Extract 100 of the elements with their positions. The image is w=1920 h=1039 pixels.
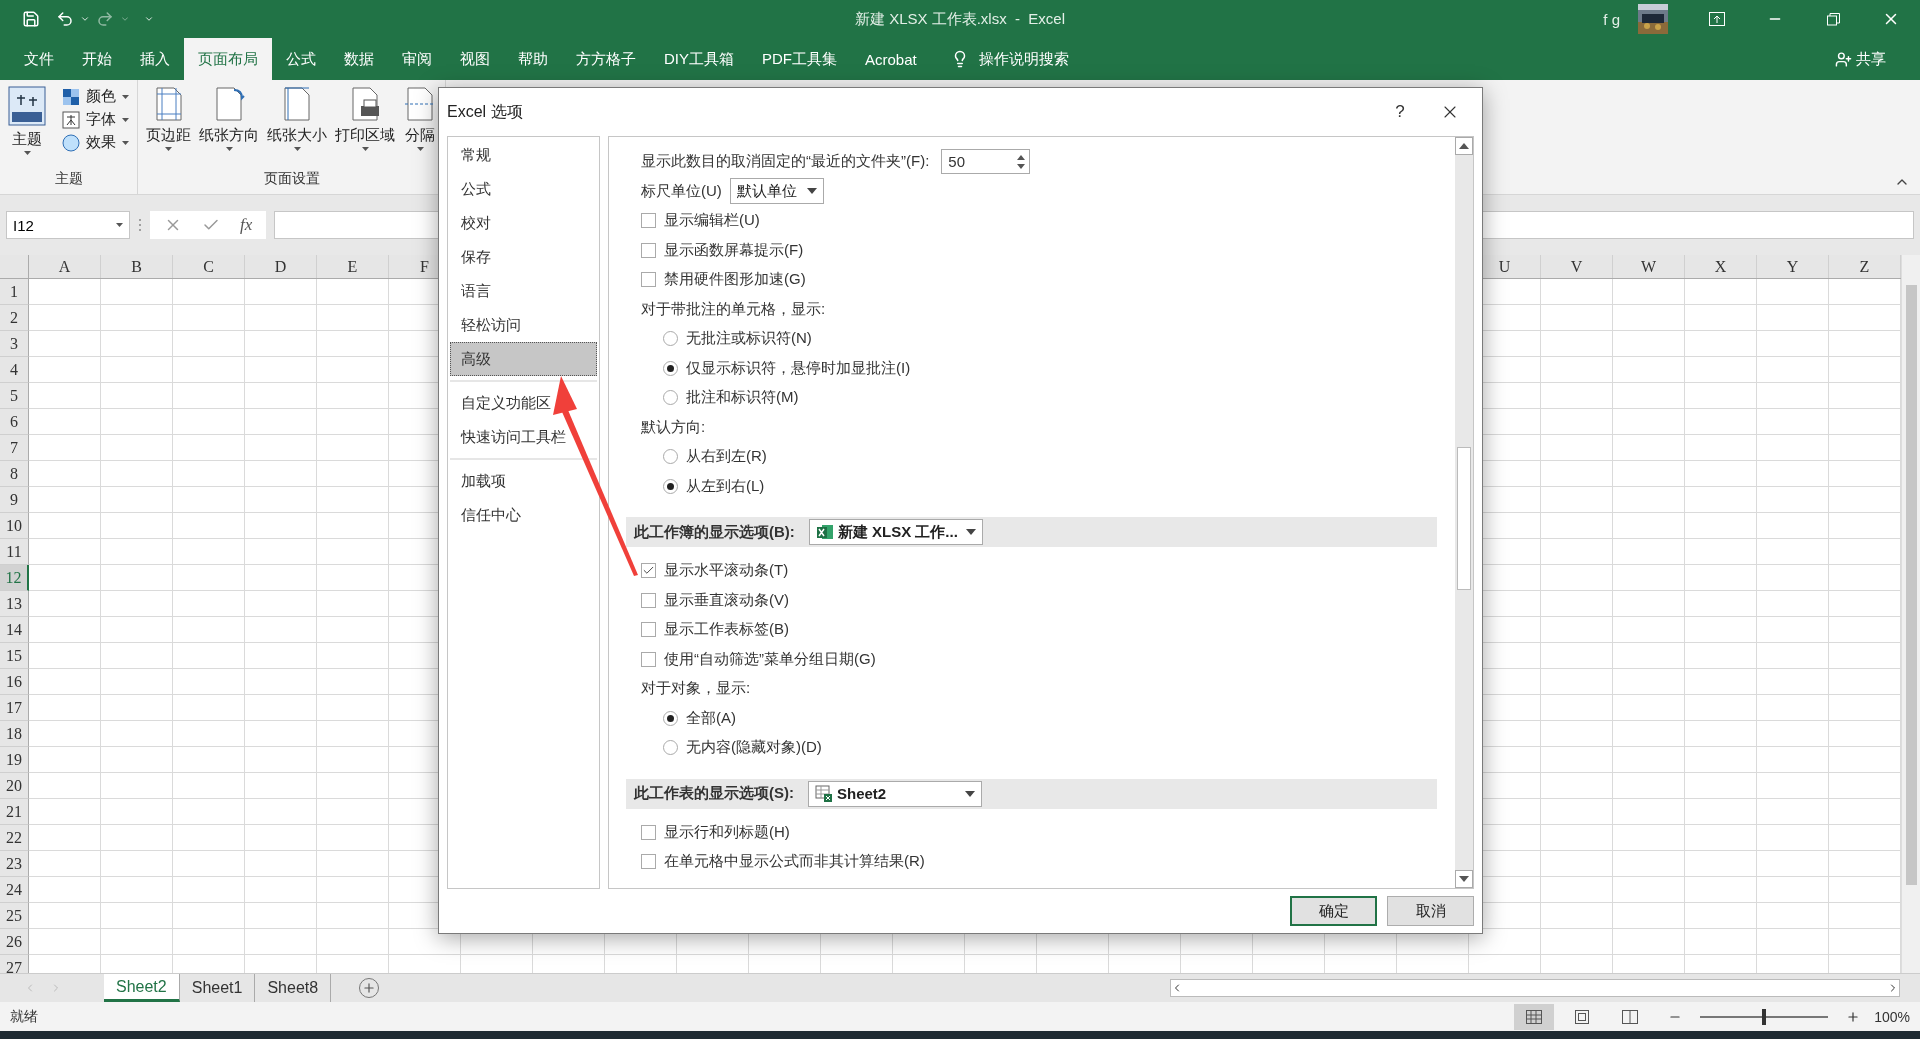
row-header[interactable]: 15 bbox=[0, 643, 29, 669]
scroll-down-button[interactable] bbox=[1455, 870, 1473, 888]
ribbon-button[interactable]: 效果 bbox=[60, 132, 131, 153]
checkbox[interactable] bbox=[641, 242, 656, 258]
vertical-scrollbar[interactable] bbox=[1901, 255, 1920, 973]
spin-arrows-icon[interactable] bbox=[1017, 154, 1026, 169]
checkbox[interactable] bbox=[641, 854, 656, 870]
ribbon-button[interactable]: 纸张方向 bbox=[197, 86, 261, 170]
unit-dropdown[interactable]: 默认单位 bbox=[729, 178, 824, 205]
row-header[interactable]: 17 bbox=[0, 695, 29, 721]
menu-tab[interactable]: 审阅 bbox=[388, 38, 446, 80]
menu-tab[interactable]: 方方格子 bbox=[562, 38, 650, 80]
row-header[interactable]: 20 bbox=[0, 773, 29, 799]
menu-tab[interactable]: 视图 bbox=[446, 38, 504, 80]
row-header[interactable]: 6 bbox=[0, 409, 29, 435]
row-header[interactable]: 21 bbox=[0, 799, 29, 825]
row-header[interactable]: 19 bbox=[0, 747, 29, 773]
scroll-thumb[interactable] bbox=[1457, 447, 1471, 590]
row-header[interactable]: 22 bbox=[0, 825, 29, 851]
row-header[interactable]: 23 bbox=[0, 851, 29, 877]
dialog-button[interactable]: 确定 bbox=[1290, 896, 1377, 926]
menu-tab[interactable]: 开始 bbox=[68, 38, 126, 80]
name-box[interactable]: I12 bbox=[6, 211, 130, 239]
caret-icon[interactable] bbox=[120, 14, 130, 24]
row-header[interactable]: 3 bbox=[0, 331, 29, 357]
row-header[interactable]: 4 bbox=[0, 357, 29, 383]
checkbox[interactable] bbox=[641, 272, 656, 288]
row-header[interactable]: 13 bbox=[0, 591, 29, 617]
row-header[interactable]: 8 bbox=[0, 461, 29, 487]
ribbon-button[interactable]: 颜色 bbox=[60, 86, 131, 107]
panel-scrollbar[interactable] bbox=[1455, 137, 1473, 888]
target-dropdown[interactable]: Sheet2 bbox=[808, 780, 982, 807]
undo-icon[interactable] bbox=[56, 10, 74, 28]
category-item[interactable]: 快速访问工具栏 bbox=[450, 420, 597, 454]
checkbox[interactable] bbox=[641, 592, 656, 608]
column-header[interactable]: W bbox=[1613, 255, 1685, 278]
category-item[interactable]: 轻松访问 bbox=[450, 308, 597, 342]
zoom-thumb[interactable] bbox=[1762, 1008, 1767, 1025]
row-header[interactable]: 26 bbox=[0, 929, 29, 955]
category-item[interactable]: 公式 bbox=[450, 172, 597, 206]
row-header[interactable]: 10 bbox=[0, 513, 29, 539]
customize-icon[interactable] bbox=[144, 14, 154, 24]
horizontal-scrollbar[interactable] bbox=[1170, 979, 1900, 997]
menu-tab[interactable]: 插入 bbox=[126, 38, 184, 80]
row-header[interactable]: 14 bbox=[0, 617, 29, 643]
column-header[interactable]: D bbox=[245, 255, 317, 278]
ribbon-button[interactable]: 分隔 bbox=[401, 86, 439, 170]
column-header[interactable]: E bbox=[317, 255, 389, 278]
column-header[interactable]: C bbox=[173, 255, 245, 278]
column-header[interactable]: A bbox=[29, 255, 101, 278]
checkbox[interactable] bbox=[641, 651, 656, 667]
menu-tab[interactable]: 数据 bbox=[330, 38, 388, 80]
category-item[interactable]: 自定义功能区 bbox=[450, 386, 597, 420]
row-header[interactable]: 25 bbox=[0, 903, 29, 929]
row-header[interactable]: 16 bbox=[0, 669, 29, 695]
tell-me-search[interactable]: 操作说明搜索 bbox=[944, 38, 1075, 80]
category-item[interactable]: 高级 bbox=[450, 342, 597, 376]
menu-tab[interactable]: 文件 bbox=[10, 38, 68, 80]
save-icon[interactable] bbox=[22, 10, 40, 28]
ribbon-button[interactable]: 打印区域 bbox=[333, 86, 397, 170]
category-item[interactable]: 信任中心 bbox=[450, 498, 597, 532]
share-button[interactable]: 共享 bbox=[1829, 38, 1892, 80]
row-header[interactable]: 9 bbox=[0, 487, 29, 513]
menu-tab[interactable]: Acrobat bbox=[851, 38, 931, 80]
insert-function-button[interactable]: fx bbox=[240, 215, 253, 235]
row-header[interactable]: 11 bbox=[0, 539, 29, 565]
category-item[interactable]: 加载项 bbox=[450, 464, 597, 498]
row-header[interactable]: 24 bbox=[0, 877, 29, 903]
ribbon-button[interactable]: 字体 bbox=[60, 109, 131, 130]
column-header[interactable]: B bbox=[101, 255, 173, 278]
target-dropdown[interactable]: 新建 XLSX 工作... bbox=[808, 519, 983, 545]
zoom-level[interactable]: 100% bbox=[1874, 1008, 1910, 1025]
scroll-up-button[interactable] bbox=[1455, 137, 1473, 155]
ribbon-button[interactable]: 纸张大小 bbox=[265, 86, 329, 170]
normal-view-icon[interactable] bbox=[1514, 1003, 1555, 1030]
sheet-tab[interactable]: Sheet2 bbox=[104, 974, 180, 1002]
checkbox[interactable] bbox=[641, 213, 656, 229]
row-header[interactable]: 5 bbox=[0, 383, 29, 409]
dialog-button[interactable]: 取消 bbox=[1387, 896, 1474, 926]
menu-tab[interactable]: 帮助 bbox=[504, 38, 562, 80]
menu-tab[interactable]: 页面布局 bbox=[184, 38, 272, 80]
checkbox[interactable] bbox=[641, 563, 656, 579]
menu-tab[interactable]: 公式 bbox=[272, 38, 330, 80]
checkbox[interactable] bbox=[641, 622, 656, 638]
zoom-in-icon[interactable] bbox=[1846, 1009, 1861, 1024]
menu-tab[interactable]: PDF工具集 bbox=[748, 38, 851, 80]
column-header[interactable]: X bbox=[1685, 255, 1757, 278]
column-header[interactable]: Y bbox=[1757, 255, 1829, 278]
category-item[interactable]: 常规 bbox=[450, 138, 597, 172]
row-header[interactable]: 18 bbox=[0, 721, 29, 747]
redo-icon[interactable] bbox=[96, 10, 114, 28]
number-spinner[interactable]: 50 bbox=[941, 149, 1031, 175]
row-header[interactable]: 2 bbox=[0, 305, 29, 331]
checkbox[interactable] bbox=[641, 824, 656, 840]
ribbon-button[interactable]: 主题 bbox=[6, 86, 48, 170]
row-header[interactable]: 12 bbox=[0, 565, 29, 591]
caret-icon[interactable] bbox=[80, 14, 90, 24]
help-button[interactable]: ? bbox=[1380, 101, 1420, 123]
menu-tab[interactable]: DIY工具箱 bbox=[650, 38, 748, 80]
category-item[interactable]: 校对 bbox=[450, 206, 597, 240]
